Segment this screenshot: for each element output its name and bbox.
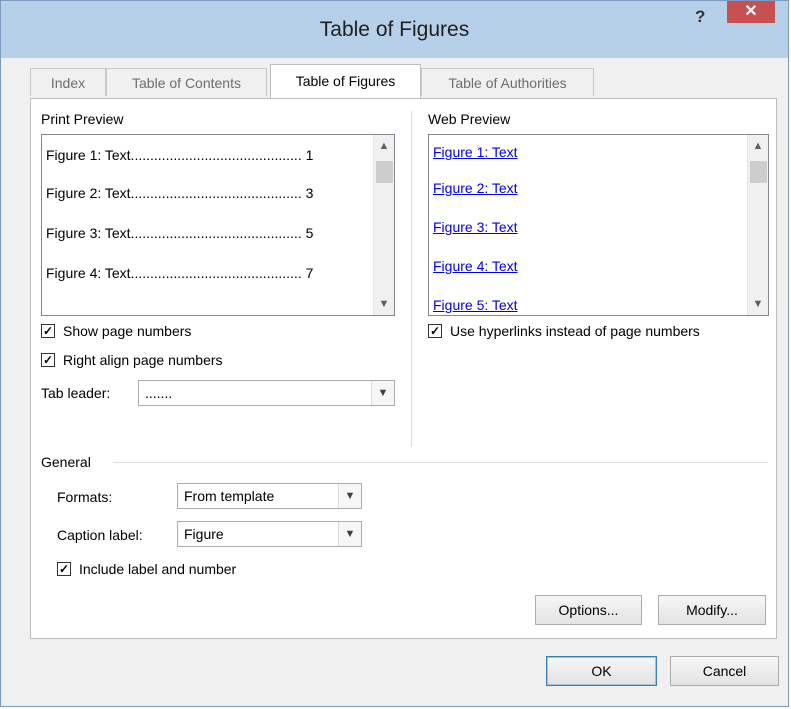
formats-dropdown[interactable]: From template ▼: [177, 483, 362, 509]
tab-table-of-figures[interactable]: Table of Figures: [270, 64, 421, 98]
modify-button[interactable]: Modify...: [658, 595, 766, 625]
tab-panel: Print Preview Figure 1: Text............…: [30, 98, 777, 639]
title-bar: Table of Figures ? ✕: [1, 1, 788, 58]
scroll-down-icon[interactable]: ▼: [748, 295, 768, 313]
right-align-checkbox[interactable]: ✓: [41, 353, 55, 367]
dialog-title: Table of Figures: [319, 18, 470, 41]
help-button[interactable]: ?: [695, 7, 705, 27]
use-hyperlinks-label: Use hyperlinks instead of page numbers: [450, 323, 700, 339]
caption-label-value: Figure: [184, 526, 224, 542]
web-preview-link[interactable]: Figure 5: Text: [433, 297, 518, 313]
cancel-button[interactable]: Cancel: [670, 656, 779, 686]
print-preview-item: Figure 2: Text..........................…: [46, 185, 314, 201]
print-preview-heading: Print Preview: [41, 111, 124, 127]
caption-label-label: Caption label:: [57, 527, 143, 543]
web-preview-link[interactable]: Figure 4: Text: [433, 258, 518, 274]
options-button[interactable]: Options...: [535, 595, 642, 625]
print-preview-item: Figure 1: Text..........................…: [46, 147, 314, 163]
scroll-thumb[interactable]: [750, 161, 767, 183]
tab-leader-dropdown[interactable]: ....... ▼: [138, 380, 395, 406]
vertical-divider: [411, 111, 412, 447]
chevron-down-icon[interactable]: ▼: [371, 381, 394, 405]
web-preview-heading: Web Preview: [428, 111, 511, 127]
web-preview-list[interactable]: Figure 1: Text Figure 2: Text Figure 3: …: [428, 134, 769, 316]
print-preview-scrollbar[interactable]: ▲ ▼: [373, 135, 394, 315]
use-hyperlinks-checkbox[interactable]: ✓: [428, 324, 442, 338]
chevron-down-icon[interactable]: ▼: [338, 522, 361, 546]
table-of-figures-dialog: Table of Figures ? ✕ Index Table of Cont…: [0, 0, 789, 707]
tab-table-of-authorities[interactable]: Table of Authorities: [421, 68, 594, 96]
close-button[interactable]: ✕: [727, 1, 775, 23]
show-page-numbers-label: Show page numbers: [63, 323, 192, 339]
scroll-up-icon[interactable]: ▲: [748, 137, 768, 155]
right-align-label: Right align page numbers: [63, 352, 223, 368]
print-preview-item: Figure 4: Text..........................…: [46, 265, 314, 281]
ok-button[interactable]: OK: [546, 656, 657, 686]
print-preview-list[interactable]: Figure 1: Text..........................…: [41, 134, 395, 316]
scroll-up-icon[interactable]: ▲: [374, 137, 394, 155]
show-page-numbers-checkbox[interactable]: ✓: [41, 324, 55, 338]
scroll-down-icon[interactable]: ▼: [374, 295, 394, 313]
caption-label-dropdown[interactable]: Figure ▼: [177, 521, 362, 547]
tab-leader-label: Tab leader:: [41, 385, 111, 401]
tab-leader-value: .......: [145, 385, 173, 401]
web-preview-scrollbar[interactable]: ▲ ▼: [747, 135, 768, 315]
print-preview-item: Figure 3: Text..........................…: [46, 225, 314, 241]
include-label-checkbox[interactable]: ✓: [57, 562, 71, 576]
general-heading: General: [41, 454, 91, 470]
include-label-label: Include label and number: [79, 561, 237, 577]
chevron-down-icon[interactable]: ▼: [338, 484, 361, 508]
formats-value: From template: [184, 488, 275, 504]
scroll-thumb[interactable]: [376, 161, 393, 183]
web-preview-link[interactable]: Figure 3: Text: [433, 219, 518, 235]
web-preview-link[interactable]: Figure 2: Text: [433, 180, 518, 196]
web-preview-link[interactable]: Figure 1: Text: [433, 144, 518, 160]
tab-table-of-contents[interactable]: Table of Contents: [106, 68, 267, 96]
general-divider: [113, 462, 768, 463]
tab-index[interactable]: Index: [30, 68, 106, 96]
formats-label: Formats:: [57, 489, 113, 505]
